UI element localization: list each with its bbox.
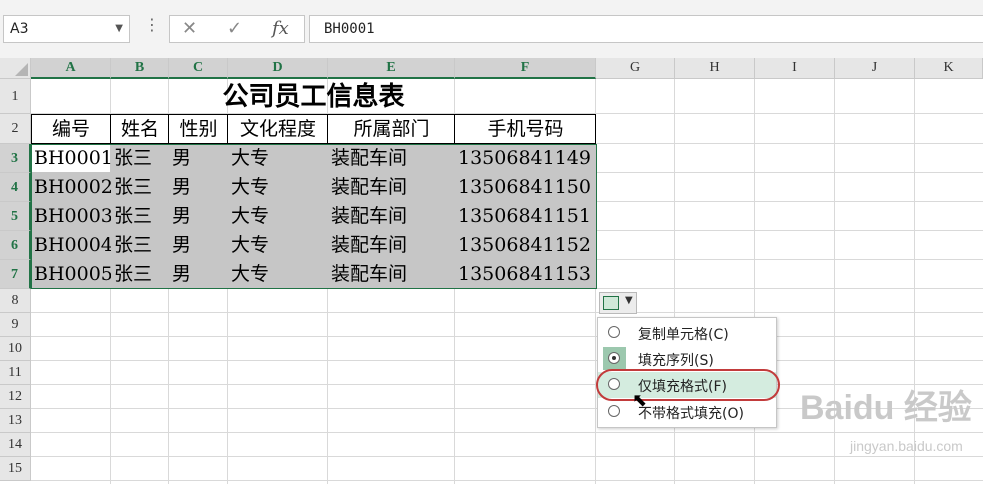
enter-icon[interactable]: ✓ — [227, 18, 242, 39]
grid-line — [31, 336, 983, 337]
name-box-value: A3 — [10, 21, 29, 37]
column-header-g[interactable]: G — [596, 58, 675, 79]
chevron-down-icon: ▼ — [625, 295, 633, 306]
watermark-url: jingyan.baidu.com — [850, 438, 963, 454]
chevron-down-icon[interactable]: ▼ — [115, 16, 123, 42]
row-header-15[interactable]: 15 — [0, 457, 31, 481]
row-header-1[interactable]: 1 — [0, 79, 31, 114]
formula-input[interactable]: BH0001 — [309, 15, 983, 43]
radio-icon[interactable] — [608, 405, 620, 417]
header-cell[interactable]: 姓名 — [111, 114, 169, 144]
row-header-6[interactable]: 6 — [0, 231, 31, 260]
more-icon[interactable]: ⋮ — [144, 15, 160, 34]
autofill-icon — [603, 296, 619, 310]
menu-item-fill-without-formatting[interactable]: 不带格式填充(O) — [598, 399, 776, 425]
header-cell[interactable]: 手机号码 — [455, 114, 596, 144]
grid-line — [31, 312, 983, 313]
row-header-13[interactable]: 13 — [0, 409, 31, 433]
column-header-i[interactable]: I — [755, 58, 835, 79]
column-header-d[interactable]: D — [228, 58, 328, 79]
row-header-9[interactable]: 9 — [0, 313, 31, 337]
name-box[interactable]: A3 ▼ — [3, 15, 130, 43]
column-header-a[interactable]: A — [31, 58, 111, 79]
header-cell[interactable]: 性别 — [169, 114, 228, 144]
watermark-logo: Baidu 经验 — [800, 389, 972, 427]
row-header-11[interactable]: 11 — [0, 361, 31, 385]
autofill-options-button[interactable]: ▼ — [599, 292, 637, 314]
row-header-4[interactable]: 4 — [0, 173, 31, 202]
row-header-8[interactable]: 8 — [0, 289, 31, 313]
row-header-12[interactable]: 12 — [0, 385, 31, 409]
selection-border — [31, 144, 597, 289]
menu-item-copy-cells[interactable]: 复制单元格(C) — [598, 320, 776, 346]
row-header-5[interactable]: 5 — [0, 202, 31, 231]
column-header-e[interactable]: E — [328, 58, 455, 79]
column-header-h[interactable]: H — [675, 58, 755, 79]
sheet-title[interactable]: 公司员工信息表 — [31, 80, 596, 114]
watermark: Baidu 经验 jingyan.baidu.com — [790, 380, 980, 480]
radio-icon[interactable] — [608, 326, 620, 338]
insert-function-icon[interactable]: fx — [272, 18, 289, 39]
menu-item-label: 复制单元格(C) — [638, 327, 729, 343]
row-header-7[interactable]: 7 — [0, 260, 31, 289]
grid-line — [31, 360, 983, 361]
row-header-2[interactable]: 2 — [0, 114, 31, 144]
grid-line — [31, 480, 983, 481]
column-header-b[interactable]: B — [111, 58, 169, 79]
radio-checked-icon[interactable] — [608, 352, 620, 364]
row-header-10[interactable]: 10 — [0, 337, 31, 361]
cancel-icon[interactable]: ✕ — [182, 18, 197, 39]
header-cell[interactable]: 所属部门 — [328, 114, 455, 144]
radio-checked-bg — [603, 347, 626, 370]
row-header-14[interactable]: 14 — [0, 433, 31, 457]
formula-buttons: ✕ ✓ fx — [169, 15, 305, 43]
column-header-k[interactable]: K — [915, 58, 983, 79]
select-all-corner[interactable] — [0, 58, 31, 79]
column-header-f[interactable]: F — [455, 58, 596, 79]
header-cell[interactable]: 编号 — [31, 114, 111, 144]
header-cell[interactable]: 文化程度 — [228, 114, 328, 144]
highlight-annotation — [596, 369, 780, 401]
menu-item-label: 不带格式填充(O) — [638, 406, 744, 422]
menu-item-label: 填充序列(S) — [638, 353, 714, 369]
column-header-j[interactable]: J — [835, 58, 915, 79]
mouse-cursor-icon: ⬉ — [632, 390, 648, 411]
row-header-3[interactable]: 3 — [0, 144, 31, 173]
column-header-c[interactable]: C — [169, 58, 228, 79]
formula-bar: A3 ▼ ⋮ ✕ ✓ fx BH0001 — [0, 0, 983, 58]
